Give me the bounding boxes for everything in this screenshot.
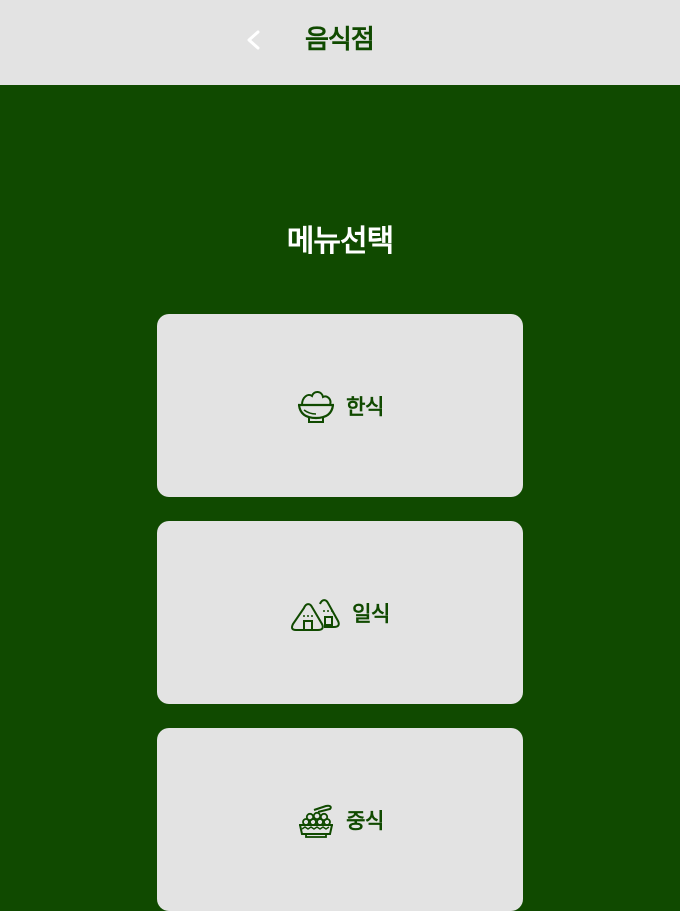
page-title: 음식점 (305, 25, 375, 55)
back-button[interactable] (236, 18, 270, 62)
menu-card-label: 일식 (352, 601, 390, 626)
main-content: 메뉴선택 한식 일식 중식 (0, 85, 680, 911)
back-arrow-icon (247, 30, 260, 50)
menu-card-label: 한식 (346, 394, 384, 419)
onigiri-icon (291, 598, 340, 631)
rice-bowl-icon (298, 390, 335, 423)
menu-card-japanese[interactable]: 일식 (157, 521, 523, 704)
section-title: 메뉴선택 (286, 224, 394, 259)
menu-card-korean[interactable]: 한식 (157, 314, 523, 497)
dumpling-bowl-icon (299, 804, 334, 838)
menu-card-label: 중식 (346, 808, 384, 833)
top-bar: 음식점 (0, 0, 680, 85)
